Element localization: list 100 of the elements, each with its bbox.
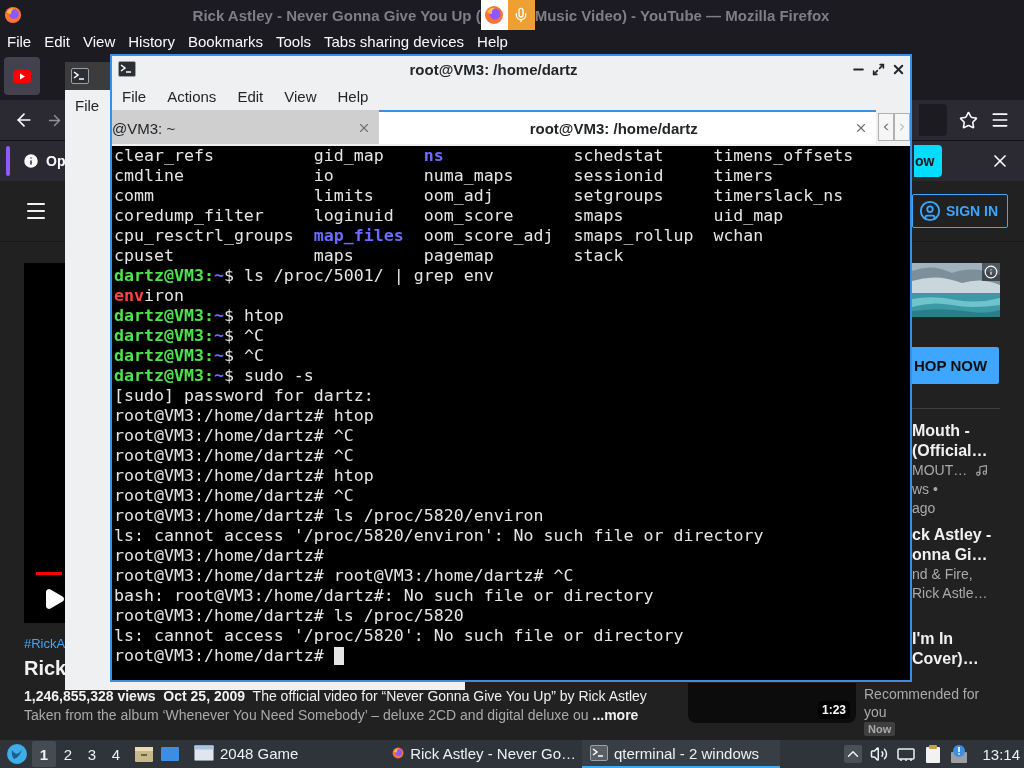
window-icon: [194, 745, 214, 761]
video-thumbnail[interactable]: 1:23: [688, 683, 856, 723]
sign-in-button[interactable]: SIGN IN: [912, 194, 1008, 228]
menu-item[interactable]: Tools: [276, 32, 311, 50]
file-name: uid_map: [713, 206, 785, 226]
star-icon[interactable]: [959, 110, 978, 130]
progress-bar[interactable]: [36, 572, 63, 575]
output-line: environ: [114, 286, 184, 306]
menu-item[interactable]: View: [83, 32, 116, 50]
video-description: Taken from the album ‘Whenever You Need Somebody’ – deluxe 2CD and digital deluxe ou: [24, 706, 589, 725]
menu-item[interactable]: History: [128, 32, 175, 50]
video-stats: 1,246,855,328 views Oct 25, 2009 The official video for “Never Gonna Give You Up” by Rick Astley: [24, 687, 648, 706]
file-name: clear_refs: [114, 146, 215, 166]
file-name: cmdline: [114, 166, 185, 186]
terminal-icon: [590, 745, 608, 761]
file-manager-icon[interactable]: [134, 745, 154, 763]
clipboard-icon[interactable]: [924, 744, 943, 764]
file-name: cpu_resctrl_groups: [114, 226, 295, 246]
menu-item[interactable]: Edit: [44, 32, 71, 50]
output-line: ls: cannot access '/proc/5820/environ': No such file or directory: [114, 526, 764, 546]
taskbar-button[interactable]: qterminal - 2 windows: [582, 740, 780, 768]
video-title[interactable]: I'm In: [912, 629, 954, 649]
file-name: map_files: [313, 226, 405, 246]
info-icon[interactable]: [984, 265, 998, 279]
menu-item[interactable]: File: [7, 32, 32, 50]
file-name: limits: [313, 186, 375, 206]
file-name: pagemap: [423, 246, 495, 266]
output-line: root@VM3:/home/dartz# ls /proc/5820/environ: [114, 506, 544, 526]
menu-item[interactable]: Help: [337, 87, 369, 105]
menu-item[interactable]: Bookmarks: [187, 32, 263, 50]
file-name: ns: [423, 146, 445, 166]
output-line: ls: cannot access '/proc/5820': No such file or directory: [114, 626, 684, 646]
info-icon: [22, 152, 40, 170]
browser-tab[interactable]: [4, 57, 40, 95]
file-name: sessionid: [573, 166, 665, 186]
taskbar-button[interactable]: 2048 Game: [186, 740, 384, 768]
menu-item[interactable]: File: [75, 96, 100, 114]
video-title[interactable]: Cover)…: [912, 649, 979, 669]
terminal-tab[interactable]: root@VM3: /home/dartz: [379, 110, 876, 144]
notification-icon[interactable]: [950, 744, 969, 764]
video-meta: you: [864, 703, 887, 721]
file-name: oom_adj: [423, 186, 495, 206]
taskbar-button[interactable]: Rick Astley - Never Go…: [384, 740, 582, 768]
terminal-icon: [118, 61, 136, 77]
terminal-screen[interactable]: [112, 146, 910, 680]
video-player[interactable]: [24, 263, 65, 623]
terminal-tab[interactable]: @VM3: ~: [112, 110, 380, 144]
file-name: comm: [114, 186, 155, 206]
desktop-icon[interactable]: [160, 745, 180, 763]
video-meta: Recommended for: [864, 685, 980, 703]
output-line: root@VM3:/home/dartz# ls /proc/5820: [114, 606, 464, 626]
video-title[interactable]: ck Astley -: [912, 525, 992, 545]
video-meta: Rick Astle…: [912, 584, 988, 603]
output-line: root@VM3:/home/dartz#: [114, 546, 324, 566]
workspace-button[interactable]: 1: [32, 741, 56, 767]
workspace-button[interactable]: 3: [80, 741, 104, 767]
video-title[interactable]: Mouth -: [912, 421, 970, 441]
tray-expand-icon[interactable]: [844, 745, 863, 763]
scroll-left-button[interactable]: [878, 113, 894, 141]
file-name: io: [313, 166, 335, 186]
video-title[interactable]: (Official…: [912, 441, 988, 461]
output-line: root@VM3:/home/dartz# ^C: [114, 446, 354, 466]
output-line: root@VM3:/home/dartz#: [114, 646, 324, 666]
menu-item[interactable]: Tabs sharing devices: [324, 32, 465, 50]
prompt-line: dartz@VM3:~$ ^C: [114, 326, 264, 346]
menu-item[interactable]: Edit: [237, 87, 264, 105]
file-name: cpuset: [114, 246, 175, 266]
user-icon: [919, 200, 941, 222]
start-menu-icon[interactable]: [6, 743, 28, 765]
more-link[interactable]: ...more: [592, 706, 639, 725]
menu-item[interactable]: Actions: [167, 87, 217, 105]
hashtag-link[interactable]: #RickA: [24, 635, 66, 653]
file-name: timerslack_ns: [713, 186, 845, 206]
video-title[interactable]: onna Gi…: [912, 545, 988, 565]
file-name: gid_map: [313, 146, 385, 166]
video-meta: ago: [912, 499, 936, 518]
file-name: smaps: [573, 206, 625, 226]
shop-now-button[interactable]: HOP NOW: [912, 347, 999, 384]
network-icon[interactable]: [896, 746, 917, 762]
menu-item[interactable]: View: [284, 87, 317, 105]
workspace-button[interactable]: 4: [104, 741, 128, 767]
menu-item[interactable]: File: [122, 87, 147, 105]
video-title: Rick: [24, 656, 67, 681]
video-meta: MOUT…: [912, 461, 968, 480]
workspace-button[interactable]: 2: [56, 741, 80, 767]
window-title: root@VM3: /home/dartz: [408, 60, 579, 78]
file-name: oom_score_adj: [423, 226, 555, 246]
menu-item[interactable]: Help: [477, 32, 508, 50]
window-title: Rick Astley - Never Gonna Give You Up (: [192, 6, 481, 24]
output-line: root@VM3:/home/dartz# ^C: [114, 426, 354, 446]
firefox-icon: [4, 6, 22, 24]
notification-button[interactable]: ow: [914, 145, 942, 177]
menu-icon[interactable]: [990, 110, 1010, 130]
output-line: bash: root@VM3:/home/dartz#: No such file or directory: [114, 586, 654, 606]
prompt-line: dartz@VM3:~$ htop: [114, 306, 284, 326]
restore-icon[interactable]: [872, 62, 885, 76]
output-line: [sudo] password for dartz:: [114, 386, 374, 406]
volume-icon[interactable]: [870, 745, 889, 763]
sharing-indicator[interactable]: [480, 0, 535, 30]
new-badge: Now: [864, 722, 896, 736]
